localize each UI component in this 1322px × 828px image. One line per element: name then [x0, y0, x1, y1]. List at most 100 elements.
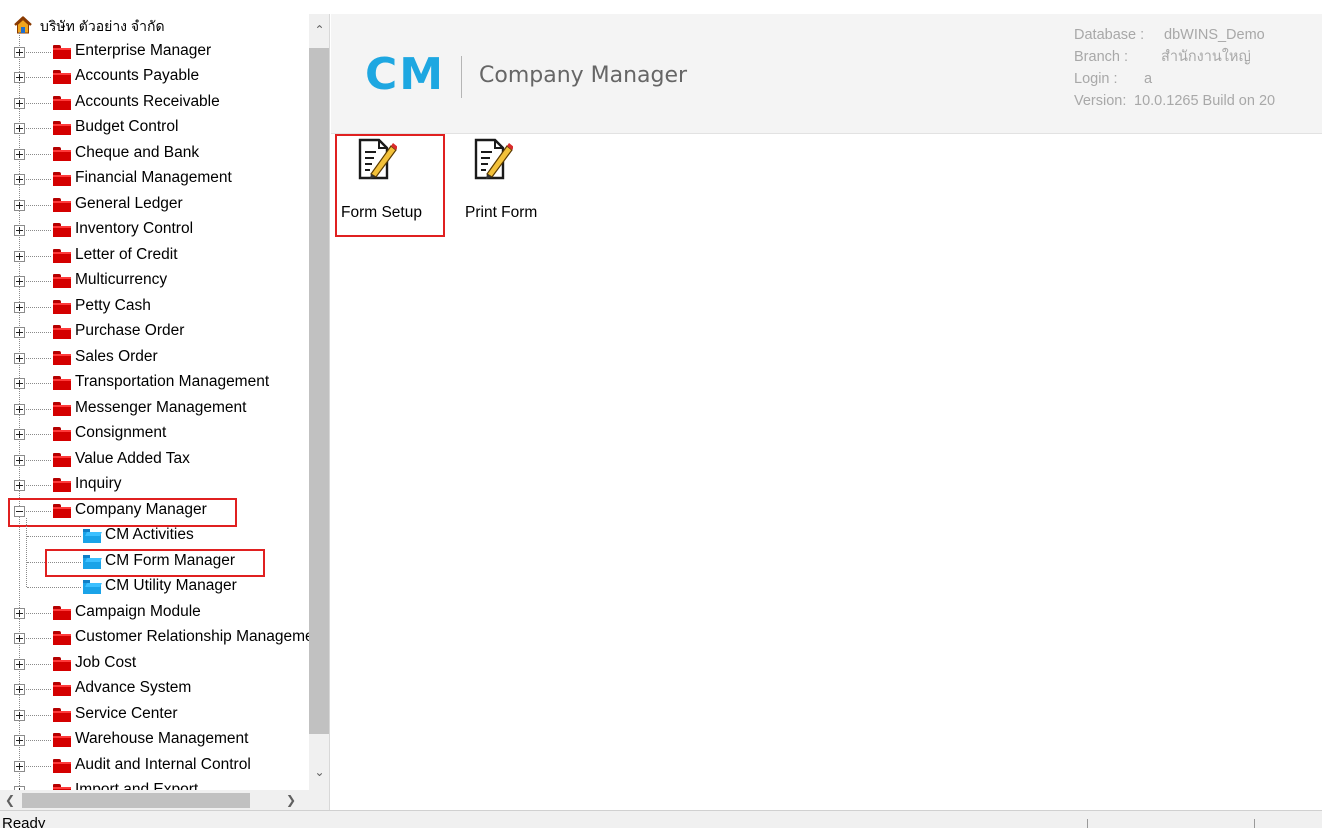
tree-item-financial-management[interactable]: Financial Management: [0, 167, 309, 193]
scroll-left-arrow-icon[interactable]: ❮: [4, 794, 16, 806]
folder-icon: [53, 44, 71, 59]
expand-plus-icon[interactable]: [14, 327, 25, 338]
expand-plus-icon[interactable]: [14, 709, 25, 721]
tree-subitem-cm-activities[interactable]: CM Activities: [0, 524, 309, 550]
tree-item-advance-system[interactable]: Advance System: [0, 677, 309, 703]
tree-item-value-added-tax[interactable]: Value Added Tax: [0, 448, 309, 474]
scroll-down-arrow-icon[interactable]: ⌄: [313, 766, 326, 778]
database-label: Database :: [1074, 27, 1145, 43]
expand-plus-icon[interactable]: [14, 403, 25, 415]
tree-item-label: Petty Cash: [75, 296, 151, 314]
home-icon: [14, 16, 32, 34]
tree-item-cheque-and-bank[interactable]: Cheque and Bank: [0, 142, 309, 168]
tree-item-multicurrency[interactable]: Multicurrency: [0, 269, 309, 295]
tree-item-label: Audit and Internal Control: [75, 755, 251, 773]
tree-item-accounts-payable[interactable]: Accounts Payable: [0, 65, 309, 91]
tree-item-inquiry[interactable]: Inquiry: [0, 473, 309, 499]
version-label: Version:: [1074, 93, 1127, 109]
expand-plus-icon[interactable]: [14, 429, 25, 440]
tree-item-label: Letter of Credit: [75, 245, 178, 263]
tree-item-label: Multicurrency: [75, 271, 168, 288]
folder-icon-body: [53, 736, 71, 747]
folder-icon: [53, 478, 71, 492]
folder-icon-body: [53, 251, 71, 263]
expand-plus-icon[interactable]: [14, 199, 25, 211]
tree-item-letter-of-credit[interactable]: Letter of Credit: [0, 244, 309, 270]
tree-item-sales-order[interactable]: Sales Order: [0, 346, 309, 372]
folder-icon-body: [53, 353, 71, 365]
folder-icon-body: [53, 659, 71, 671]
folder-icon-body: [53, 761, 71, 773]
tree-item-campaign-module[interactable]: Campaign Module: [0, 601, 309, 627]
expand-plus-icon[interactable]: [14, 454, 25, 466]
tree-horizontal-scrollbar-thumb[interactable]: [22, 793, 250, 808]
tree-item-label: Financial Management: [75, 169, 232, 186]
folder-icon-body: [53, 124, 71, 135]
expand-plus-icon[interactable]: [14, 72, 25, 83]
expand-plus-icon[interactable]: [14, 225, 25, 236]
expand-plus-icon[interactable]: [14, 97, 25, 109]
folder-icon-body: [53, 200, 71, 212]
print-form-button[interactable]: Print Form: [459, 134, 549, 234]
expand-plus-icon[interactable]: [14, 276, 25, 287]
tree-item-purchase-order[interactable]: Purchase Order: [0, 320, 309, 346]
expand-plus-icon[interactable]: [14, 658, 25, 670]
expand-plus-icon[interactable]: [14, 760, 25, 772]
expand-plus-icon[interactable]: [14, 148, 25, 160]
tree-item-messenger-management[interactable]: Messenger Management: [0, 397, 309, 423]
tree-item-accounts-receivable[interactable]: Accounts Receivable: [0, 91, 309, 117]
folder-icon: [53, 452, 71, 467]
tree-item-service-center[interactable]: Service Center: [0, 703, 309, 729]
expand-plus-icon[interactable]: [14, 684, 25, 695]
folder-icon: [53, 70, 71, 84]
expand-plus-icon[interactable]: [14, 174, 25, 185]
tree-item-enterprise-manager[interactable]: Enterprise Manager: [0, 40, 309, 66]
tree-item-warehouse-management[interactable]: Warehouse Management: [0, 728, 309, 754]
expand-plus-icon[interactable]: [14, 123, 25, 134]
tree-item-label: Warehouse Management: [75, 730, 249, 747]
expand-plus-icon[interactable]: [14, 301, 25, 313]
folder-icon-body: [83, 532, 101, 543]
expand-plus-icon[interactable]: [14, 352, 25, 364]
tree-horizontal-scrollbar[interactable]: ❮ ❯: [0, 790, 309, 810]
tree-vertical-scrollbar-thumb[interactable]: [309, 48, 329, 734]
tree-item-audit-and-internal-control[interactable]: Audit and Internal Control: [0, 754, 309, 780]
folder-icon-body: [53, 47, 71, 59]
navigation-tree-panel: บริษัท ตัวอย่าง จำกัด Enterprise Manager A…: [0, 14, 330, 810]
folder-icon-body: [53, 455, 71, 467]
tree-item-transportation-management[interactable]: Transportation Management: [0, 371, 309, 397]
folder-icon: [53, 121, 71, 135]
tree-root-company[interactable]: บริษัท ตัวอย่าง จำกัด: [0, 14, 309, 40]
version-value: 10.0.1265 Build on 20: [1134, 93, 1276, 109]
expand-plus-icon[interactable]: [14, 46, 25, 58]
tree-item-label: Accounts Payable: [75, 67, 200, 84]
tree-item-label: Sales Order: [75, 347, 158, 365]
scroll-right-arrow-icon[interactable]: ❯: [285, 794, 297, 806]
form-edit-icon: [474, 138, 513, 180]
expand-plus-icon[interactable]: [14, 735, 25, 746]
scroll-up-arrow-icon[interactable]: ⌃: [313, 24, 326, 36]
tree-item-label: Service Center: [75, 704, 178, 722]
tree-vertical-scrollbar[interactable]: ⌃ ⌄: [309, 14, 329, 790]
tree-item-import-and-export[interactable]: Import and Export: [0, 779, 309, 790]
expand-plus-icon[interactable]: [14, 480, 25, 491]
tree-item-budget-control[interactable]: Budget Control: [0, 116, 309, 142]
tree-item-job-cost[interactable]: Job Cost: [0, 652, 309, 678]
status-text: Ready: [2, 815, 46, 828]
tree-item-label: Value Added Tax: [75, 449, 190, 467]
tree-item-general-ledger[interactable]: General Ledger: [0, 193, 309, 219]
tree-subitem-cm-utility-manager[interactable]: CM Utility Manager: [0, 575, 309, 601]
scrollbar-corner: [309, 790, 329, 810]
folder-icon-body: [53, 404, 71, 416]
branch-value: สำนักงานใหญ่: [1161, 49, 1251, 65]
expand-plus-icon[interactable]: [14, 633, 25, 644]
tree-item-label: Transportation Management: [75, 373, 270, 390]
expand-plus-icon[interactable]: [14, 378, 25, 389]
tree-item-inventory-control[interactable]: Inventory Control: [0, 218, 309, 244]
tree-item-petty-cash[interactable]: Petty Cash: [0, 295, 309, 321]
expand-plus-icon[interactable]: [14, 607, 25, 619]
tree-item-consignment[interactable]: Consignment: [0, 422, 309, 448]
form-setup-button[interactable]: Form Setup: [335, 134, 445, 237]
tree-item-customer-relationship-management[interactable]: Customer Relationship Management: [0, 626, 309, 652]
expand-plus-icon[interactable]: [14, 250, 25, 262]
